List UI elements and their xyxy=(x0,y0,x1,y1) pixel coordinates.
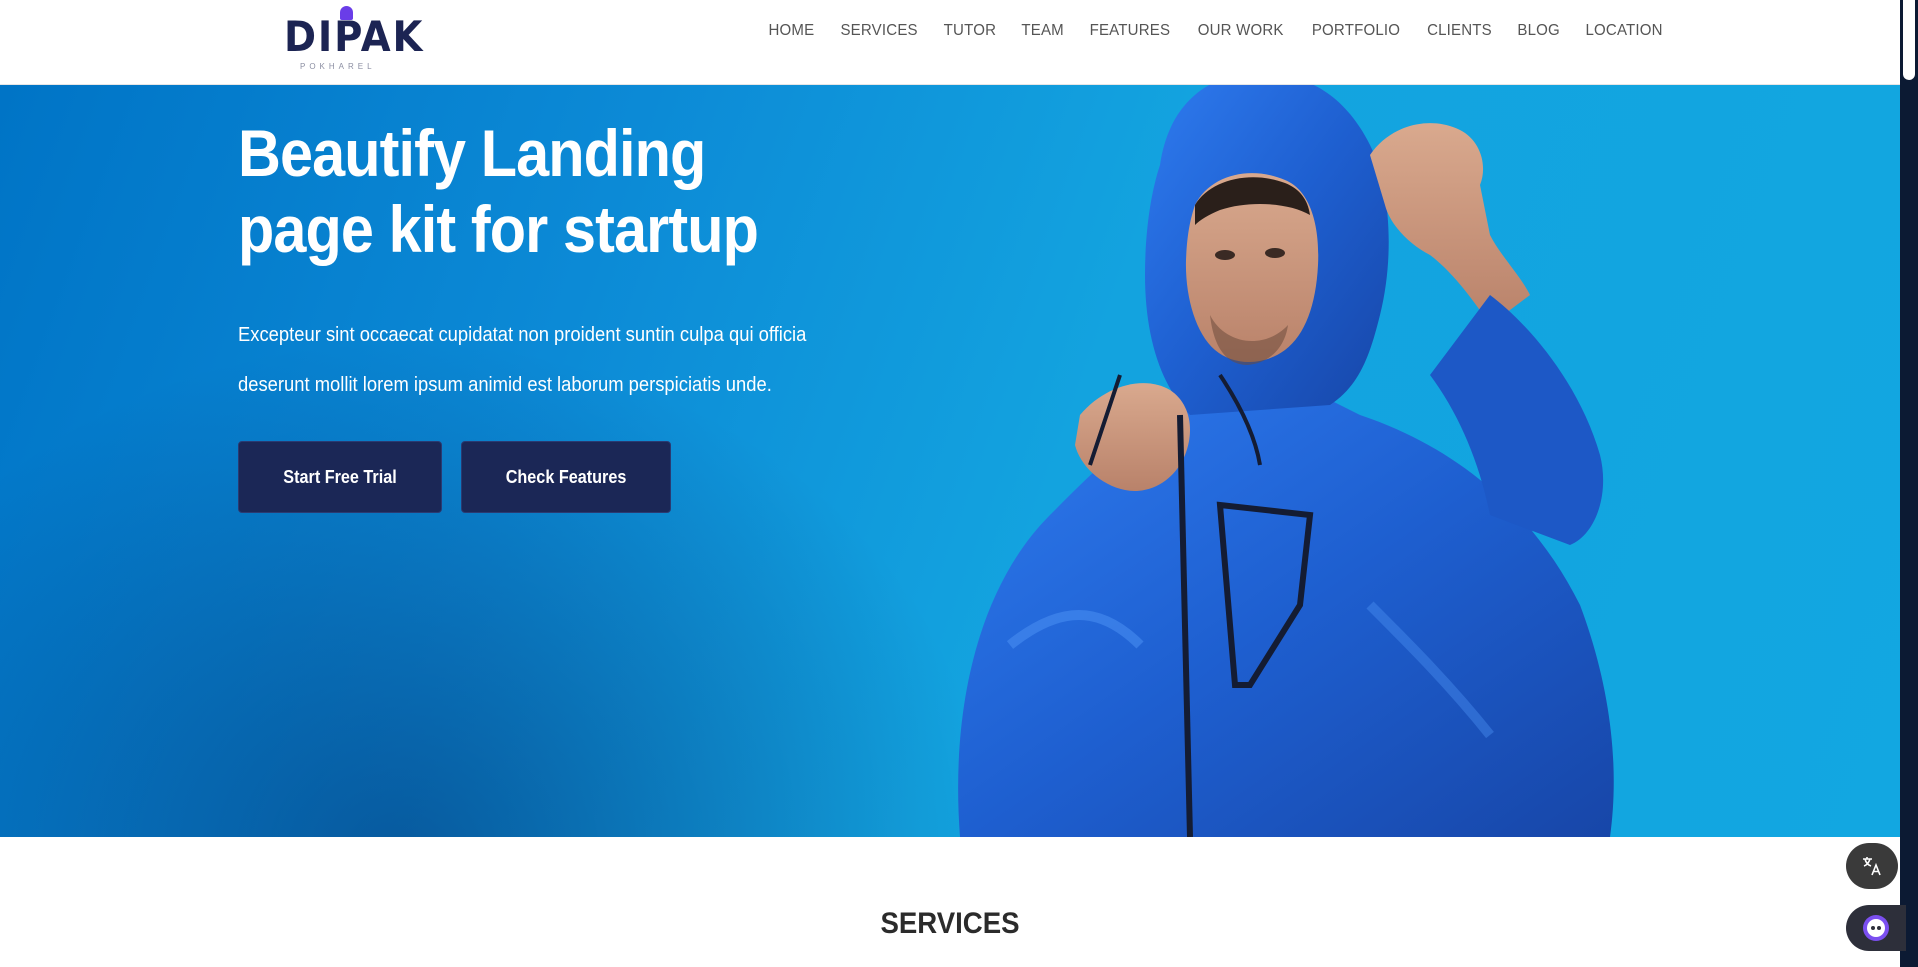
nav-item-services[interactable]: SERVICES xyxy=(841,22,918,40)
logo-text: DIPAK xyxy=(284,12,425,61)
nav-item-portfolio[interactable]: PORTFOLIO xyxy=(1311,22,1399,40)
hero-description-line-1: Excepteur sint occaecat cupidatat non pr… xyxy=(238,324,807,346)
hero-title: Beautify Landing page kit for startup xyxy=(238,115,759,267)
translate-icon xyxy=(1863,857,1881,876)
hero-title-line-1: Beautify Landing xyxy=(238,116,706,190)
nav-item-clients[interactable]: CLIENTS xyxy=(1427,22,1492,40)
site-header: DIPAK POKHAREL HOME SERVICES TUTOR TEAM … xyxy=(0,0,1900,85)
check-features-button[interactable]: Check Features xyxy=(461,441,671,513)
landing-page: DIPAK POKHAREL HOME SERVICES TUTOR TEAM … xyxy=(0,0,1918,967)
start-free-trial-button[interactable]: Start Free Trial xyxy=(238,441,442,513)
translate-widget-button[interactable] xyxy=(1846,843,1898,889)
hero-description-line-2: deserunt mollit lorem ipsum animid est l… xyxy=(238,374,772,396)
check-features-label: Check Features xyxy=(505,466,627,487)
services-heading: SERVICES xyxy=(880,907,1020,940)
hero-shadow xyxy=(0,335,1000,837)
assistant-icon xyxy=(1863,915,1889,941)
scrollbar-thumb[interactable] xyxy=(1903,0,1915,80)
brand-logo[interactable]: DIPAK POKHAREL xyxy=(280,6,422,72)
main-nav: HOME SERVICES TUTOR TEAM FEATURES OUR WO… xyxy=(767,22,1665,40)
hero-title-line-2: page kit for startup xyxy=(238,192,759,266)
nav-item-tutor[interactable]: TUTOR xyxy=(944,22,996,40)
nav-item-home[interactable]: HOME xyxy=(769,22,815,40)
nav-item-our-work[interactable]: OUR WORK xyxy=(1198,22,1284,40)
hero-image-man-in-blue-jacket xyxy=(958,85,1614,837)
hero-section: Beautify Landing page kit for startup Ex… xyxy=(0,85,1900,837)
assistant-widget-button[interactable] xyxy=(1846,905,1906,951)
start-free-trial-label: Start Free Trial xyxy=(283,466,397,487)
page-scrollbar[interactable] xyxy=(1900,0,1918,967)
nav-item-blog[interactable]: BLOG xyxy=(1517,22,1560,40)
hero-description: Excepteur sint occaecat cupidatat non pr… xyxy=(238,310,882,410)
nav-item-features[interactable]: FEATURES xyxy=(1090,22,1171,40)
nav-item-team[interactable]: TEAM xyxy=(1022,22,1065,40)
logo-subtext: POKHAREL xyxy=(300,62,376,71)
nav-item-location[interactable]: LOCATION xyxy=(1585,22,1662,40)
